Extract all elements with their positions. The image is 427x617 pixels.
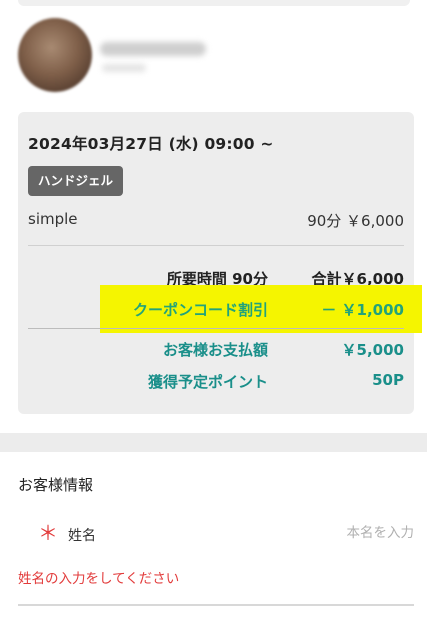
coupon-discount-label: クーポンコード割引 — [132, 301, 268, 319]
menu-name: simple — [28, 210, 78, 228]
blurred-name — [100, 42, 206, 56]
field-underline — [18, 604, 414, 606]
avatar — [18, 18, 92, 92]
payment-label: お客様お支払額 — [162, 341, 268, 359]
card-edge — [18, 0, 410, 6]
divider — [28, 245, 404, 246]
section-separator — [0, 433, 427, 452]
coupon-discount-value: － ￥1,000 — [321, 301, 404, 319]
points-label: 獲得予定ポイント — [147, 373, 268, 391]
category-tag: ハンドジェル — [28, 166, 124, 196]
name-field-label: 姓名 — [68, 528, 96, 544]
customer-info-title: お客様情報 — [18, 476, 94, 494]
payment-value: ￥5,000 — [341, 341, 404, 359]
name-input[interactable] — [200, 518, 414, 548]
booking-datetime: 2024年03月27日 (水) 09:00 ~ — [28, 135, 274, 153]
divider — [28, 328, 404, 329]
name-error-message: 姓名の入力をしてください — [18, 571, 180, 587]
stylist-card — [0, 0, 427, 112]
blurred-subtext — [102, 64, 146, 72]
booking-summary: 2024年03月27日 (水) 09:00 ~ ハンドジェル simple 90… — [18, 112, 422, 414]
menu-price: 90分 ￥6,000 — [307, 212, 404, 230]
required-asterisk-icon: ＊ — [38, 521, 58, 545]
points-value: 50P — [372, 371, 404, 389]
